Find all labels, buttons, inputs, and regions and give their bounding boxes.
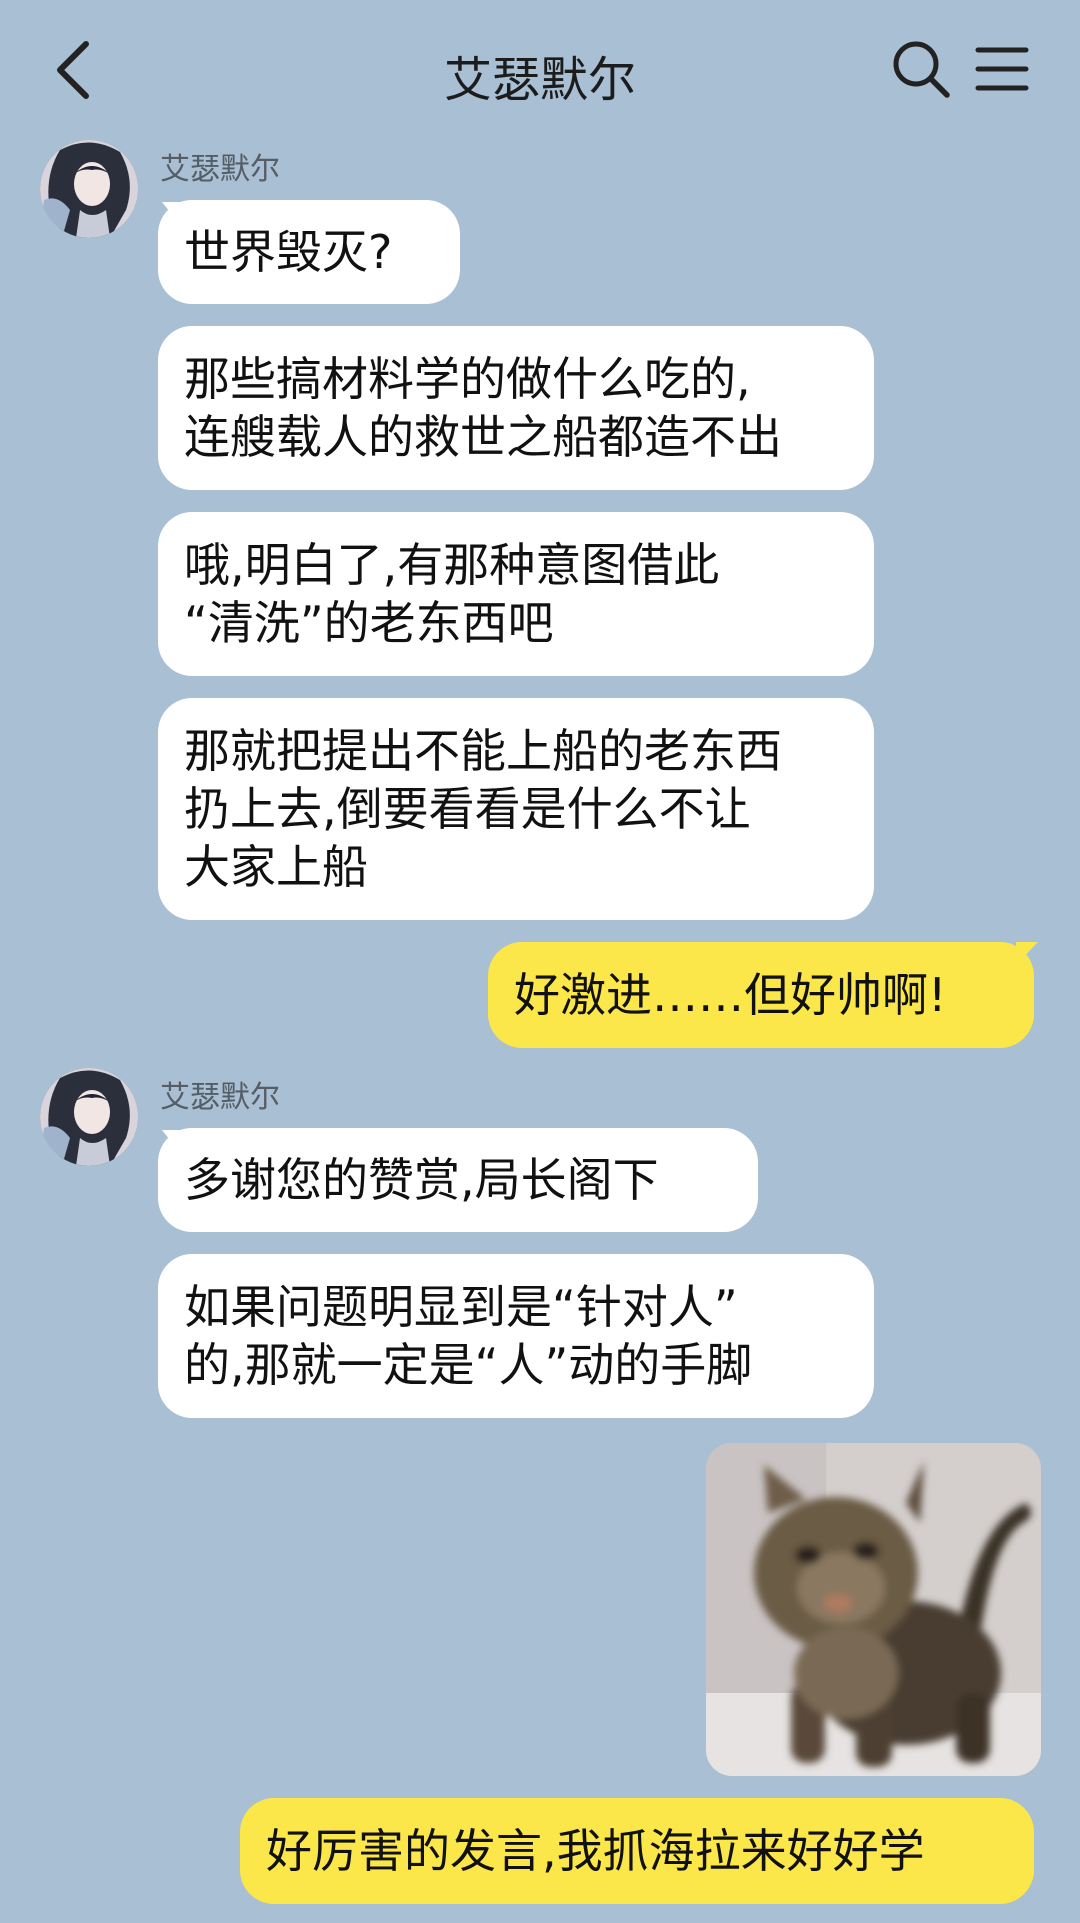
chat-screen: 艾瑟默尔 艾瑟默尔 世界毁灭? 那些搞材料学的做什么吃的, 连艘载人的救世之船都… xyxy=(0,0,1080,1923)
search-button[interactable] xyxy=(890,38,952,100)
message-text: 好激进……但好帅啊! xyxy=(514,968,947,1022)
cat-sticker-image xyxy=(706,1443,1041,1776)
avatar[interactable] xyxy=(40,1068,138,1166)
message-text: “清洗”的老东西吧 xyxy=(184,596,554,650)
message-text: 连艘载人的救世之船都造不出 xyxy=(184,410,782,464)
message-text: 的,那就一定是“人”动的手脚 xyxy=(184,1338,753,1392)
avatar[interactable] xyxy=(40,140,138,238)
message-bubble-outgoing[interactable]: 好激进……但好帅啊! xyxy=(488,942,1034,1048)
sender-name: 艾瑟默尔 xyxy=(160,152,280,187)
message-text: 多谢您的赞赏,局长阁下 xyxy=(184,1153,659,1207)
bubble-tail xyxy=(1016,942,1038,966)
message-bubble-incoming[interactable]: 那就把提出不能上船的老东西 扔上去,倒要看看是什么不让 大家上船 xyxy=(158,698,874,920)
message-text: 好厉害的发言,我抓海拉来好好学 xyxy=(266,1824,925,1878)
message-text: 世界毁灭? xyxy=(184,225,393,279)
message-bubble-incoming[interactable]: 如果问题明显到是“针对人” 的,那就一定是“人”动的手脚 xyxy=(158,1254,874,1418)
search-icon xyxy=(893,41,950,98)
image-message[interactable] xyxy=(706,1443,1041,1776)
menu-icon xyxy=(975,47,1029,91)
message-text: 如果问题明显到是“针对人” xyxy=(184,1280,738,1334)
message-bubble-outgoing[interactable]: 好厉害的发言,我抓海拉来好好学 xyxy=(240,1798,1034,1904)
sender-name: 艾瑟默尔 xyxy=(160,1080,280,1115)
menu-button[interactable] xyxy=(974,44,1030,94)
chat-header: 艾瑟默尔 xyxy=(0,0,1080,140)
message-text: 哦,明白了,有那种意图借此 xyxy=(184,538,720,592)
message-text: 大家上船 xyxy=(184,840,368,894)
avatar-portrait xyxy=(40,140,138,238)
message-text: 那些搞材料学的做什么吃的, xyxy=(184,352,751,406)
message-text: 扔上去,倒要看看是什么不让 xyxy=(184,782,751,836)
message-bubble-incoming[interactable]: 多谢您的赞赏,局长阁下 xyxy=(158,1128,758,1232)
avatar-portrait xyxy=(40,1068,138,1166)
message-bubble-incoming[interactable]: 那些搞材料学的做什么吃的, 连艘载人的救世之船都造不出 xyxy=(158,326,874,490)
message-text: 那就把提出不能上船的老东西 xyxy=(184,724,782,778)
message-bubble-incoming[interactable]: 世界毁灭? xyxy=(158,200,460,304)
message-bubble-incoming[interactable]: 哦,明白了,有那种意图借此 “清洗”的老东西吧 xyxy=(158,512,874,676)
